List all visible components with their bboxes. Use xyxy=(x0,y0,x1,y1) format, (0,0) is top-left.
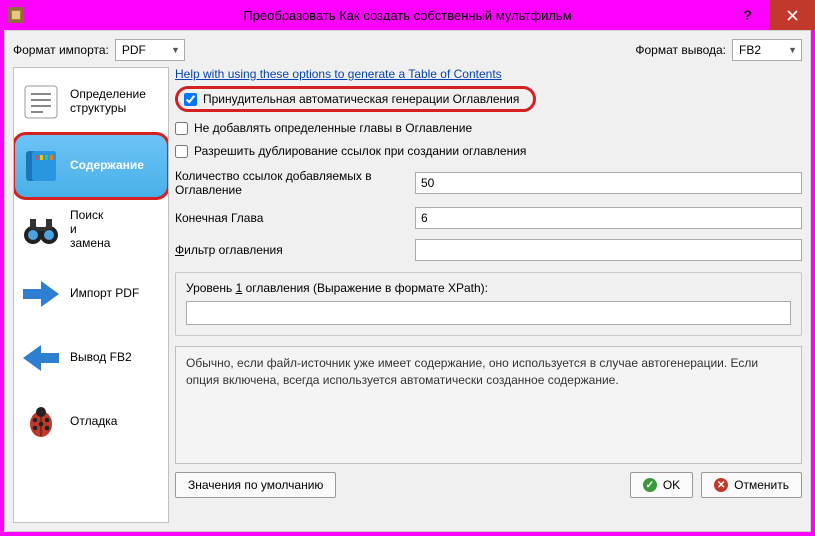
noadd-label: Не добавлять определенные главы в Оглавл… xyxy=(194,121,472,135)
content-panel: Help with using these options to generat… xyxy=(175,67,802,523)
output-format-combo[interactable]: FB2 ▼ xyxy=(732,39,802,61)
help-link[interactable]: Help with using these options to generat… xyxy=(175,67,802,81)
sidebar-item-label: Поиск и замена xyxy=(70,209,110,250)
sidebar-item-output-fb2[interactable]: Вывод FB2 xyxy=(14,326,168,390)
filter-input[interactable] xyxy=(415,239,802,261)
main-area: Определение структуры Содержание Поиск и… xyxy=(13,67,802,523)
links-count-label: Количество ссылок добавляемых в Оглавлен… xyxy=(175,169,405,197)
sidebar-item-label: Определение структуры xyxy=(70,88,162,116)
force-toc-checkbox[interactable] xyxy=(184,93,197,106)
sidebar-item-debug[interactable]: Отладка xyxy=(14,390,168,454)
cancel-icon: ✕ xyxy=(714,478,728,492)
filter-row: Фильтр оглавления xyxy=(175,239,802,261)
sidebar-item-import-pdf[interactable]: Импорт PDF xyxy=(14,262,168,326)
noadd-checkbox[interactable] xyxy=(175,122,188,135)
xpath-group: Уровень 1 оглавления (Выражение в формат… xyxy=(175,272,802,336)
format-row: Формат импорта: PDF ▼ Формат вывода: FB2… xyxy=(13,39,802,61)
end-chapter-row: Конечная Глава xyxy=(175,207,802,229)
filter-label: Фильтр оглавления xyxy=(175,243,405,257)
sidebar-item-toc[interactable]: Содержание xyxy=(14,134,168,198)
noadd-row: Не добавлять определенные главы в Оглавл… xyxy=(175,121,802,135)
dup-row: Разрешить дублирование ссылок при создан… xyxy=(175,144,802,158)
sidebar-item-structure[interactable]: Определение структуры xyxy=(14,70,168,134)
bottom-row: Значения по умолчанию ✓OK ✕Отменить xyxy=(175,472,802,498)
links-count-row: Количество ссылок добавляемых в Оглавлен… xyxy=(175,169,802,197)
sidebar-item-label: Содержание xyxy=(70,159,144,173)
output-format-label: Формат вывода: xyxy=(635,43,726,57)
xpath-label: Уровень 1 оглавления (Выражение в формат… xyxy=(186,281,791,295)
dup-checkbox[interactable] xyxy=(175,145,188,158)
output-format-value: FB2 xyxy=(739,43,761,57)
import-format-label: Формат импорта: xyxy=(13,43,109,57)
links-count-input[interactable] xyxy=(415,172,802,194)
client-area: Формат импорта: PDF ▼ Формат вывода: FB2… xyxy=(4,30,811,532)
chevron-down-icon: ▼ xyxy=(788,45,797,55)
xpath-input[interactable] xyxy=(186,301,791,325)
ok-button[interactable]: ✓OK xyxy=(630,472,693,498)
cancel-button[interactable]: ✕Отменить xyxy=(701,472,802,498)
end-chapter-input[interactable] xyxy=(415,207,802,229)
sidebar-item-label: Отладка xyxy=(70,415,117,429)
window: Преобразовать Как создать собственный му… xyxy=(0,0,815,536)
info-box: Обычно, если файл-источник уже имеет сод… xyxy=(175,346,802,464)
structure-icon xyxy=(20,81,62,123)
ok-icon: ✓ xyxy=(643,478,657,492)
window-title: Преобразовать Как создать собственный му… xyxy=(0,8,815,23)
arrow-left-icon xyxy=(20,337,62,379)
toc-icon xyxy=(20,145,62,187)
end-chapter-label: Конечная Глава xyxy=(175,211,405,225)
import-format-combo[interactable]: PDF ▼ xyxy=(115,39,185,61)
sidebar: Определение структуры Содержание Поиск и… xyxy=(13,67,169,523)
sidebar-item-label: Вывод FB2 xyxy=(70,351,132,365)
force-toc-row: Принудительная автоматическая генерации … xyxy=(175,86,802,112)
defaults-button[interactable]: Значения по умолчанию xyxy=(175,472,336,498)
force-toc-highlight: Принудительная автоматическая генерации … xyxy=(175,86,536,112)
sidebar-item-label: Импорт PDF xyxy=(70,287,139,301)
titlebar: Преобразовать Как создать собственный му… xyxy=(0,0,815,30)
force-toc-label: Принудительная автоматическая генерации … xyxy=(203,92,519,106)
import-format-value: PDF xyxy=(122,43,146,57)
arrow-right-icon xyxy=(20,273,62,315)
dup-label: Разрешить дублирование ссылок при создан… xyxy=(194,144,526,158)
chevron-down-icon: ▼ xyxy=(171,45,180,55)
binoculars-icon xyxy=(20,209,62,251)
sidebar-item-search[interactable]: Поиск и замена xyxy=(14,198,168,262)
bug-icon xyxy=(20,401,62,443)
